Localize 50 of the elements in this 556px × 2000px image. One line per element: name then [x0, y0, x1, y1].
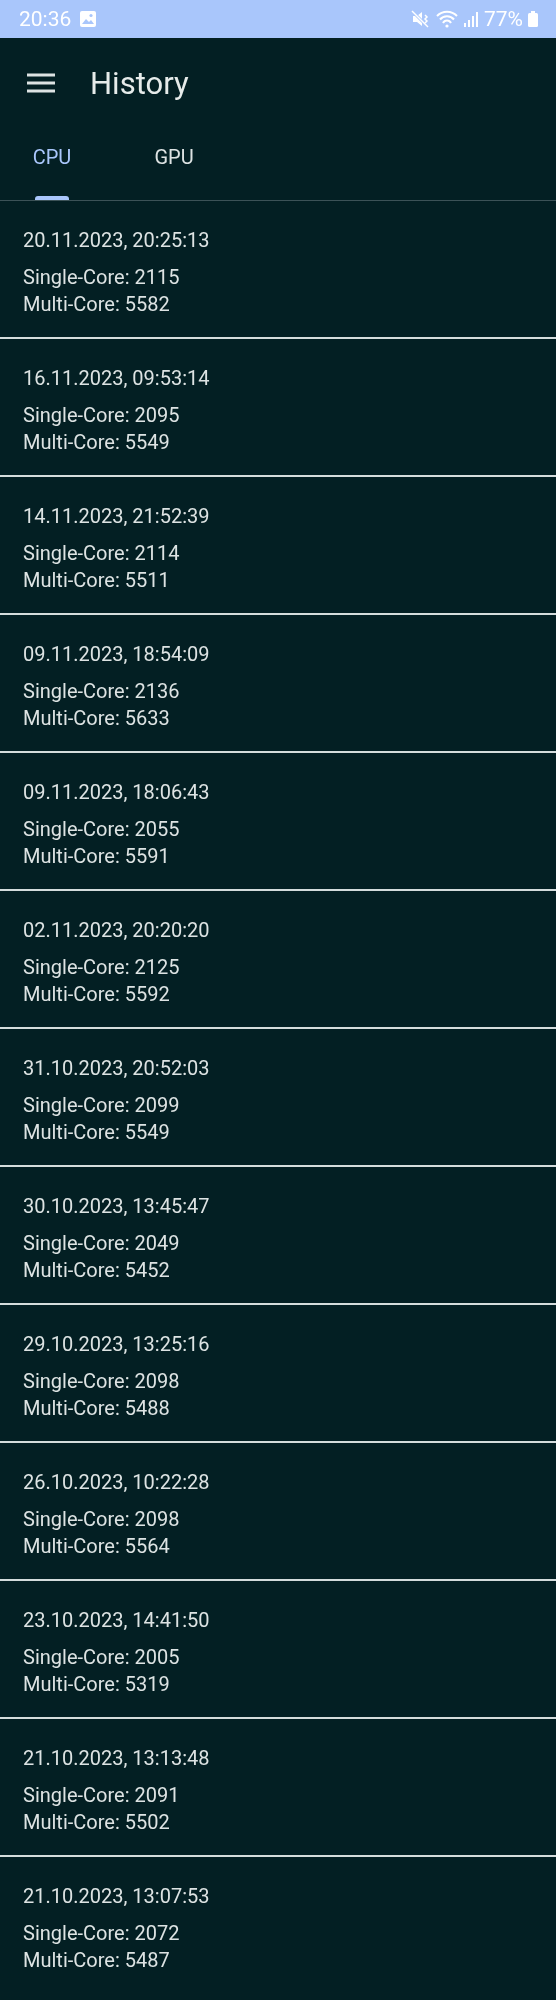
single-core-score: Single-Core: 2005 [23, 1644, 181, 1671]
result-date: 14.11.2023, 21:52:39 [23, 503, 211, 529]
status-time: 20:36 [19, 7, 72, 31]
result-date: 30.10.2023, 13:45:47 [23, 1193, 211, 1219]
multi-core-score: Multi-Core: 5549 [23, 1119, 171, 1146]
result-date: 16.11.2023, 09:53:14 [23, 365, 211, 391]
multi-core-score: Multi-Core: 5452 [23, 1257, 171, 1284]
single-core-score: Single-Core: 2098 [23, 1506, 181, 1533]
result-date: 21.10.2023, 13:13:48 [23, 1745, 211, 1771]
multi-core-score: Multi-Core: 5549 [23, 429, 171, 456]
single-core-score: Single-Core: 2099 [23, 1092, 181, 1119]
multi-core-score: Multi-Core: 5592 [23, 981, 171, 1008]
single-core-score: Single-Core: 2091 [23, 1782, 181, 1809]
single-core-score: Single-Core: 2055 [23, 816, 181, 843]
single-core-score: Single-Core: 2115 [23, 264, 181, 291]
result-date: 23.10.2023, 14:41:50 [23, 1607, 211, 1633]
single-core-score: Single-Core: 2095 [23, 402, 181, 429]
single-core-score: Single-Core: 2072 [23, 1920, 181, 1947]
multi-core-score: Multi-Core: 5319 [23, 1671, 171, 1698]
tab[interactable]: CPU [18, 128, 86, 200]
image-icon [79, 10, 98, 28]
battery-icon [528, 10, 538, 28]
result-date: 02.11.2023, 20:20:20 [23, 917, 211, 943]
tab[interactable]: GPU [122, 128, 226, 200]
wifi-icon [436, 10, 458, 28]
result-date: 09.11.2023, 18:54:09 [23, 641, 211, 667]
single-core-score: Single-Core: 2136 [23, 678, 181, 705]
single-core-score: Single-Core: 2114 [23, 540, 181, 567]
signal-icon [463, 10, 479, 28]
multi-core-score: Multi-Core: 5502 [23, 1809, 171, 1836]
result-date: 20.11.2023, 20:25:13 [23, 227, 211, 253]
result-date: 09.11.2023, 18:06:43 [23, 779, 211, 805]
battery-percentage: 77% [484, 7, 523, 31]
screen-title: History [90, 64, 189, 102]
multi-core-score: Multi-Core: 5511 [23, 567, 171, 594]
multi-core-score: Multi-Core: 5487 [23, 1947, 171, 1974]
multi-core-score: Multi-Core: 5591 [23, 843, 171, 870]
multi-core-score: Multi-Core: 5488 [23, 1395, 171, 1422]
single-core-score: Single-Core: 2125 [23, 954, 181, 981]
single-core-score: Single-Core: 2098 [23, 1368, 181, 1395]
result-date: 21.10.2023, 13:07:53 [23, 1883, 211, 1909]
mute-icon [411, 10, 431, 28]
multi-core-score: Multi-Core: 5582 [23, 291, 171, 318]
multi-core-score: Multi-Core: 5564 [23, 1533, 171, 1560]
single-core-score: Single-Core: 2049 [23, 1230, 181, 1257]
result-date: 26.10.2023, 10:22:28 [23, 1469, 211, 1495]
multi-core-score: Multi-Core: 5633 [23, 705, 171, 732]
result-date: 31.10.2023, 20:52:03 [23, 1055, 211, 1081]
result-date: 29.10.2023, 13:25:16 [23, 1331, 211, 1357]
menu-icon[interactable] [26, 72, 56, 94]
